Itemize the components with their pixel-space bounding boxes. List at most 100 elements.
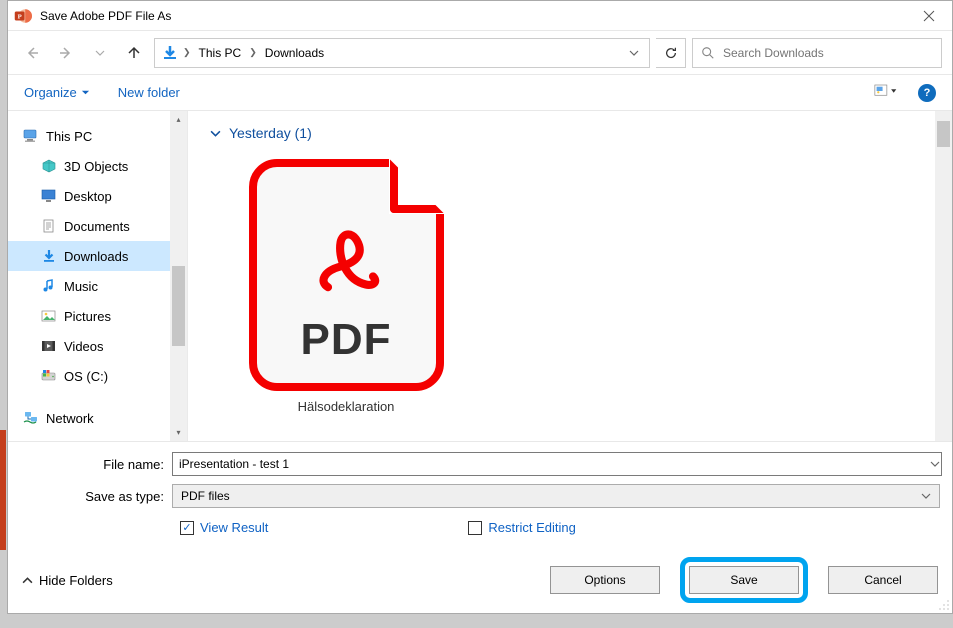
filetype-label: Save as type: bbox=[20, 489, 164, 504]
arrow-left-icon bbox=[24, 45, 40, 61]
checkbox-unchecked-icon bbox=[468, 521, 482, 535]
adobe-a-icon bbox=[301, 217, 391, 307]
group-label: Yesterday (1) bbox=[229, 125, 312, 141]
chevron-down-icon bbox=[629, 48, 639, 58]
tree-item-desktop[interactable]: Desktop bbox=[8, 181, 170, 211]
tree-item-label: This PC bbox=[46, 129, 92, 144]
tree-item-label: Music bbox=[64, 279, 98, 294]
music-icon bbox=[40, 278, 58, 294]
chevron-down-icon bbox=[210, 128, 221, 139]
filetype-dropdown[interactable]: PDF files bbox=[172, 484, 940, 508]
content-area[interactable]: Yesterday (1) PDF Hälsodeklaration bbox=[188, 111, 935, 441]
options-button[interactable]: Options bbox=[550, 566, 660, 594]
search-input[interactable] bbox=[723, 46, 933, 60]
nav-row: ❯ This PC ❯ Downloads bbox=[8, 31, 952, 75]
back-button[interactable] bbox=[18, 39, 46, 67]
chevron-down-icon[interactable] bbox=[930, 459, 940, 469]
checkbox-checked-icon: ✓ bbox=[180, 521, 194, 535]
pc-icon bbox=[22, 128, 40, 144]
tree-item-documents[interactable]: Documents bbox=[8, 211, 170, 241]
refresh-button[interactable] bbox=[656, 38, 686, 68]
tree-item-label: 3D Objects bbox=[64, 159, 128, 174]
documents-icon bbox=[40, 218, 58, 234]
background-app-strip bbox=[0, 430, 6, 550]
search-icon bbox=[701, 46, 715, 60]
file-item[interactable]: PDF Hälsodeklaration bbox=[246, 159, 446, 413]
titlebar: P Save Adobe PDF File As bbox=[8, 1, 952, 31]
tree-item-label: Downloads bbox=[64, 249, 128, 264]
content-scrollbar[interactable] bbox=[935, 111, 952, 441]
chevron-down-icon bbox=[95, 48, 105, 58]
search-box[interactable] bbox=[692, 38, 942, 68]
cancel-button[interactable]: Cancel bbox=[828, 566, 938, 594]
organize-button[interactable]: Organize bbox=[24, 85, 90, 100]
cancel-label: Cancel bbox=[864, 573, 901, 587]
scrollbar-thumb[interactable] bbox=[937, 121, 950, 147]
content-pane: Yesterday (1) PDF Hälsodeklaration bbox=[188, 111, 952, 441]
actions-row: Hide Folders Options Save Cancel bbox=[8, 553, 952, 613]
up-button[interactable] bbox=[120, 39, 148, 67]
scroll-up-button[interactable]: ▴ bbox=[170, 111, 187, 128]
tree-item-this-pc[interactable]: This PC bbox=[8, 121, 170, 151]
pdf-file-icon: PDF bbox=[249, 159, 444, 391]
close-icon bbox=[923, 10, 935, 22]
3d-icon bbox=[40, 158, 58, 174]
close-button[interactable] bbox=[906, 1, 952, 31]
chevron-down-icon bbox=[921, 491, 931, 501]
address-dropdown[interactable] bbox=[619, 48, 649, 58]
arrow-up-icon bbox=[126, 45, 142, 61]
new-folder-button[interactable]: New folder bbox=[118, 85, 180, 100]
save-button[interactable]: Save bbox=[689, 566, 799, 594]
tree-item-label: Videos bbox=[64, 339, 104, 354]
tree-item-videos[interactable]: Videos bbox=[8, 331, 170, 361]
tree-item-3d-objects[interactable]: 3D Objects bbox=[8, 151, 170, 181]
network-icon bbox=[22, 410, 40, 426]
pictures-icon bbox=[40, 308, 58, 324]
tree-item-label: Network bbox=[46, 411, 94, 426]
filetype-value: PDF files bbox=[181, 489, 230, 503]
chevron-right-icon: ❯ bbox=[183, 47, 191, 58]
drive-icon bbox=[40, 368, 58, 384]
refresh-icon bbox=[664, 46, 678, 60]
tree-item-os-c-[interactable]: OS (C:) bbox=[8, 361, 170, 391]
hide-folders-button[interactable]: Hide Folders bbox=[22, 573, 113, 588]
downloads-icon bbox=[40, 248, 58, 264]
chevron-right-icon: ❯ bbox=[249, 47, 257, 58]
options-label: Options bbox=[584, 573, 625, 587]
svg-text:P: P bbox=[18, 13, 22, 20]
scroll-down-button[interactable]: ▾ bbox=[170, 424, 187, 441]
filename-input[interactable] bbox=[172, 452, 942, 476]
tree-item-network[interactable]: Network bbox=[8, 403, 170, 433]
titlebar-title: Save Adobe PDF File As bbox=[40, 9, 906, 23]
chevron-up-icon bbox=[22, 575, 33, 586]
forward-button[interactable] bbox=[52, 39, 80, 67]
view-icon bbox=[874, 83, 898, 99]
body: This PC 3D Objects Desktop Documents Downloa… bbox=[8, 111, 952, 441]
nav-scrollbar[interactable]: ▴ ▾ bbox=[170, 111, 187, 441]
resize-grip-icon[interactable] bbox=[938, 599, 950, 611]
tree-item-label: Documents bbox=[64, 219, 130, 234]
tree-item-pictures[interactable]: Pictures bbox=[8, 301, 170, 331]
restrict-editing-checkbox[interactable]: Restrict Editing bbox=[468, 520, 575, 535]
breadcrumb-folder[interactable]: Downloads bbox=[261, 46, 328, 60]
address-bar[interactable]: ❯ This PC ❯ Downloads bbox=[154, 38, 650, 68]
nav-pane: This PC 3D Objects Desktop Documents Downloa… bbox=[8, 111, 188, 441]
videos-icon bbox=[40, 338, 58, 354]
tree-item-label: Desktop bbox=[64, 189, 112, 204]
recent-dropdown[interactable] bbox=[86, 39, 114, 67]
chevron-down-icon bbox=[81, 88, 90, 97]
scrollbar-thumb[interactable] bbox=[172, 266, 185, 346]
pdf-text-label: PDF bbox=[301, 315, 392, 365]
view-result-label: View Result bbox=[200, 520, 268, 535]
group-header[interactable]: Yesterday (1) bbox=[210, 125, 913, 141]
view-options-button[interactable] bbox=[874, 83, 898, 102]
file-name-label: Hälsodeklaration bbox=[266, 399, 426, 413]
view-result-checkbox[interactable]: ✓ View Result bbox=[180, 520, 268, 535]
breadcrumb-root[interactable]: This PC bbox=[195, 46, 246, 60]
hide-folders-label: Hide Folders bbox=[39, 573, 113, 588]
tree-item-downloads[interactable]: Downloads bbox=[8, 241, 170, 271]
help-button[interactable]: ? bbox=[918, 84, 936, 102]
restrict-editing-label: Restrict Editing bbox=[488, 520, 575, 535]
downloads-folder-icon bbox=[161, 44, 179, 62]
tree-item-music[interactable]: Music bbox=[8, 271, 170, 301]
